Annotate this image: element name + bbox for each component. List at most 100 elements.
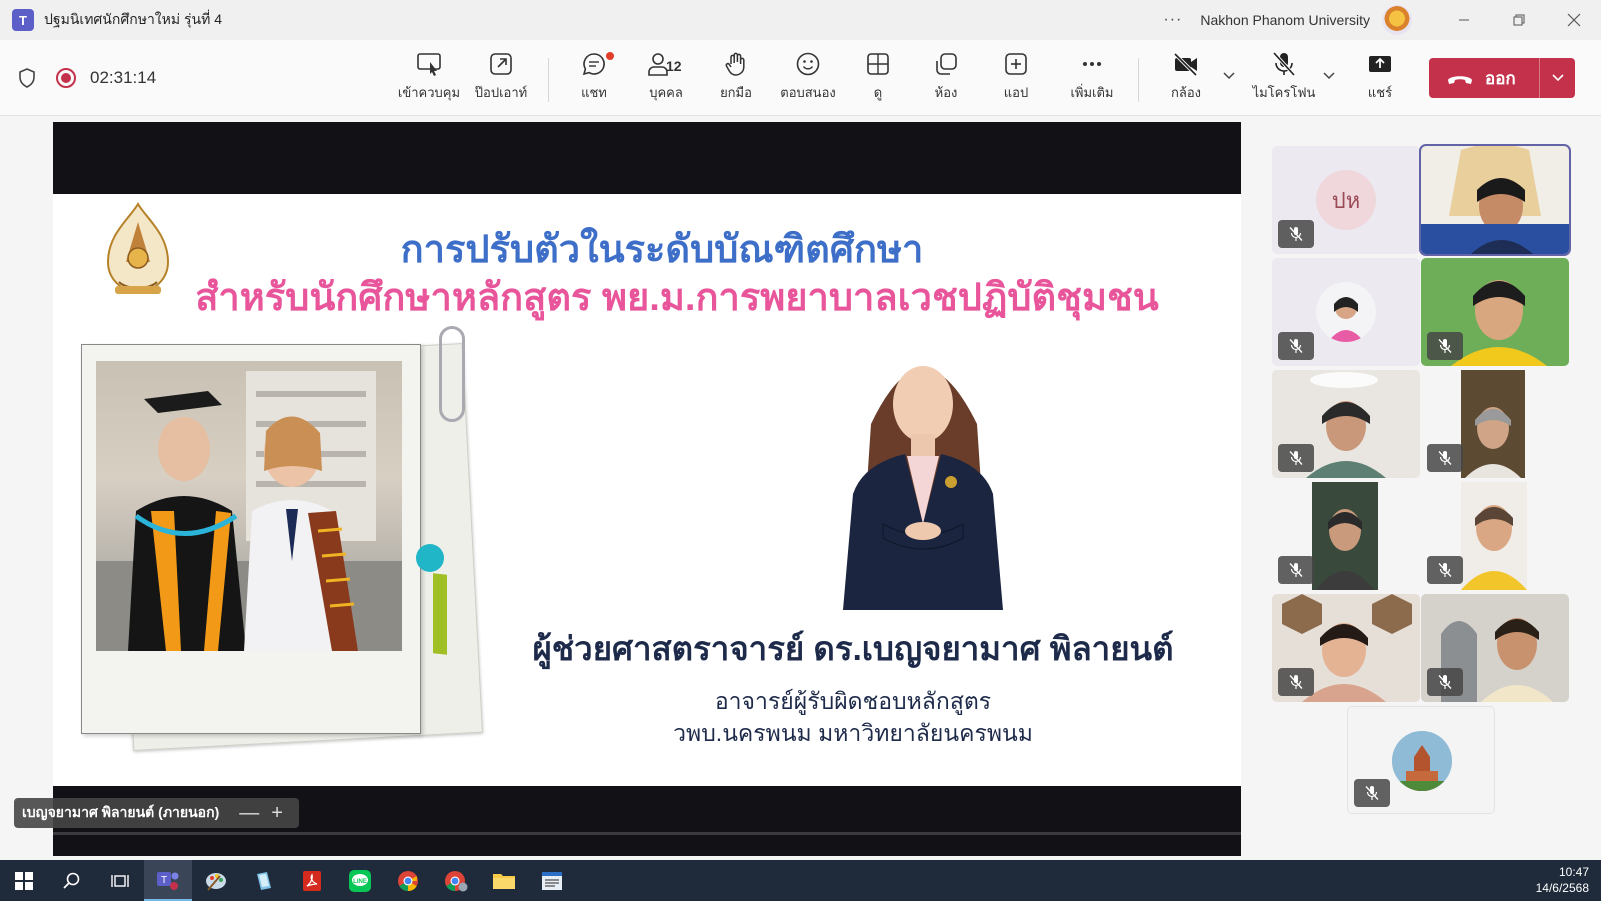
accent-dot [416,544,444,572]
people-button[interactable]: 12 บุคคล [636,50,696,110]
participant-tile[interactable] [1272,258,1420,366]
minimize-button[interactable] [1436,0,1491,40]
system-clock[interactable]: 10:47 14/6/2568 [1536,864,1589,896]
hang-up-icon [1448,76,1472,84]
teams-icon: T [157,871,179,890]
video-seek-bar[interactable] [53,832,1241,835]
meeting-status: 02:31:14 [18,40,156,116]
zoom-out-button[interactable]: — [239,802,259,825]
title-more-button[interactable]: ··· [1163,11,1182,29]
rooms-label: ห้อง [934,85,958,100]
restore-button[interactable] [1491,0,1546,40]
apps-icon [1005,53,1027,75]
close-button[interactable] [1546,0,1601,40]
search-icon [63,872,80,889]
graduation-photo [96,361,402,651]
view-button[interactable]: ดู [856,50,900,110]
share-icon [1369,56,1391,72]
microphone-button[interactable]: ไมโครโฟน [1248,50,1320,110]
meeting-timer: 02:31:14 [90,68,157,87]
mic-off-icon [1427,668,1463,696]
title-bar: T ปฐมนิเทศนักศึกษาใหม่ รุ่นที่ 4 ··· Nak… [0,0,1601,40]
speaker-name: เบญจยามาศ พิลายนต์ (ภายนอก) [22,804,220,820]
close-icon [1567,13,1580,27]
react-button[interactable]: ตอบสนอง [776,50,840,110]
rooms-icon [936,53,957,75]
mic-off-icon [1427,444,1463,472]
taskbar-acrobat-app[interactable] [288,860,336,901]
participant-tile-active-speaker[interactable] [1419,144,1571,256]
raise-hand-label: ยกมือ [720,85,752,100]
taskbar-file-explorer-app[interactable] [480,860,528,901]
recording-icon[interactable] [56,68,76,88]
mic-off-icon [1278,332,1314,360]
participant-gallery: ปห [1250,116,1601,860]
graduation-photo-card [81,344,421,734]
participant-tile[interactable] [1272,594,1420,702]
taskbar-chrome-profile-app[interactable] [432,860,480,901]
profile-avatar[interactable] [1382,5,1412,35]
leave-main-button[interactable]: ออก [1429,58,1539,98]
take-control-button[interactable]: เข้าควบคุม [398,50,460,110]
paint-palette-icon [206,872,226,891]
participant-tile[interactable] [1272,482,1420,590]
minimize-icon [1458,19,1469,21]
camera-label: กล้อง [1171,85,1201,100]
taskbar-teams-app[interactable]: T [144,860,192,901]
popout-icon [490,53,512,75]
accent-stripe [433,573,447,655]
shield-icon[interactable] [18,68,36,88]
participant-tile[interactable] [1272,370,1420,478]
leave-options-chevron-down-icon[interactable] [1539,58,1575,98]
more-label: เพิ่มเติม [1070,85,1114,100]
presenter-name: ผู้ช่วยศาสตราจารย์ ดร.เบญจยามาศ พิลายนต์ [532,630,1174,667]
taskbar-control-panel-app[interactable] [528,860,576,901]
task-view-icon [111,874,129,887]
rooms-button[interactable]: ห้อง [922,50,970,110]
mic-off-icon [1278,444,1314,472]
participant-tile[interactable] [1421,370,1569,478]
participant-tile[interactable] [1421,482,1569,590]
apps-label: แอป [1003,85,1029,100]
start-button[interactable] [0,860,48,901]
chat-button[interactable]: แชท [566,50,622,110]
react-label: ตอบสนอง [780,85,836,100]
zoom-in-button[interactable]: + [271,802,283,825]
taskbar-chrome-app[interactable] [384,860,432,901]
participant-tile[interactable]: ปห [1272,146,1420,254]
participant-tile[interactable] [1347,706,1495,814]
taskbar-line-app[interactable]: LINE [336,860,384,901]
mic-off-icon [1278,220,1314,248]
restore-icon [1513,14,1524,26]
more-button[interactable]: เพิ่มเติม [1062,50,1122,110]
paperclip-decoration [439,326,465,422]
take-control-label: เข้าควบคุม [397,85,461,100]
acrobat-icon [303,870,321,891]
toolbar-divider [548,58,549,102]
apps-button[interactable]: แอป [994,50,1038,110]
participant-tile[interactable] [1421,258,1569,366]
task-view-button[interactable] [96,860,144,901]
participant-tile[interactable] [1421,594,1569,702]
leave-button[interactable]: ออก [1429,58,1575,98]
share-button[interactable]: แชร์ [1358,50,1402,110]
camera-button[interactable]: กล้อง [1162,50,1210,110]
people-label: บุคคล [649,85,683,100]
participant-avatar [1316,282,1376,342]
more-icon [1083,62,1101,66]
presenter-role-line1: อาจารย์ผู้รับผิดชอบหลักสูตร [714,688,992,714]
chrome-icon [398,870,418,891]
camera-options-chevron-down-icon[interactable] [1222,70,1236,84]
organization-name[interactable]: Nakhon Phanom University [1200,12,1370,28]
search-button[interactable] [48,860,96,901]
windows-logo-icon [15,871,33,890]
svg-text:LINE: LINE [353,879,367,885]
microphone-options-chevron-down-icon[interactable] [1322,70,1336,84]
taskbar-notes-app[interactable] [240,860,288,901]
raise-hand-button[interactable]: ยกมือ [708,50,764,110]
chat-label: แชท [581,85,607,100]
taskbar-paint-app[interactable] [192,860,240,901]
shared-screen-stage: การปรับตัวในระดับบัณฑิตศึกษา สำหรับนักศึ… [0,116,1250,860]
popout-button[interactable]: ป๊อปเอาท์ [470,50,532,110]
teams-logo-icon: T [12,9,34,31]
